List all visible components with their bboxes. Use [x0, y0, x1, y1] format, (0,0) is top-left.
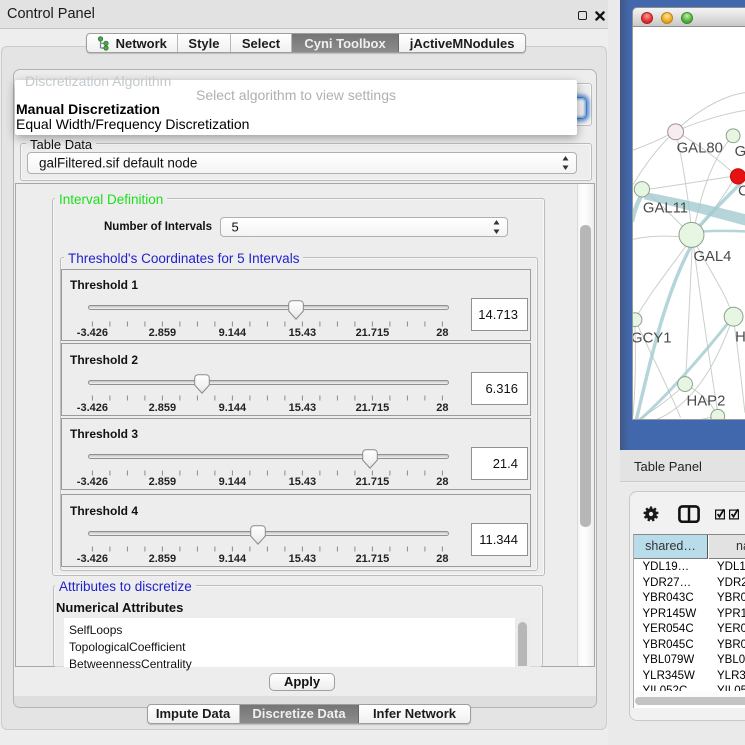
svg-text:GAL4: GAL4 — [693, 249, 731, 265]
svg-text:GAL80: GAL80 — [677, 141, 723, 157]
svg-text:HAP2: HAP2 — [687, 393, 726, 409]
svg-text:C: C — [738, 184, 745, 200]
svg-text:GCY1: GCY1 — [632, 330, 671, 346]
svg-text:H: H — [735, 329, 745, 345]
svg-text:GAL11: GAL11 — [643, 201, 688, 217]
svg-text:G: G — [735, 144, 745, 160]
